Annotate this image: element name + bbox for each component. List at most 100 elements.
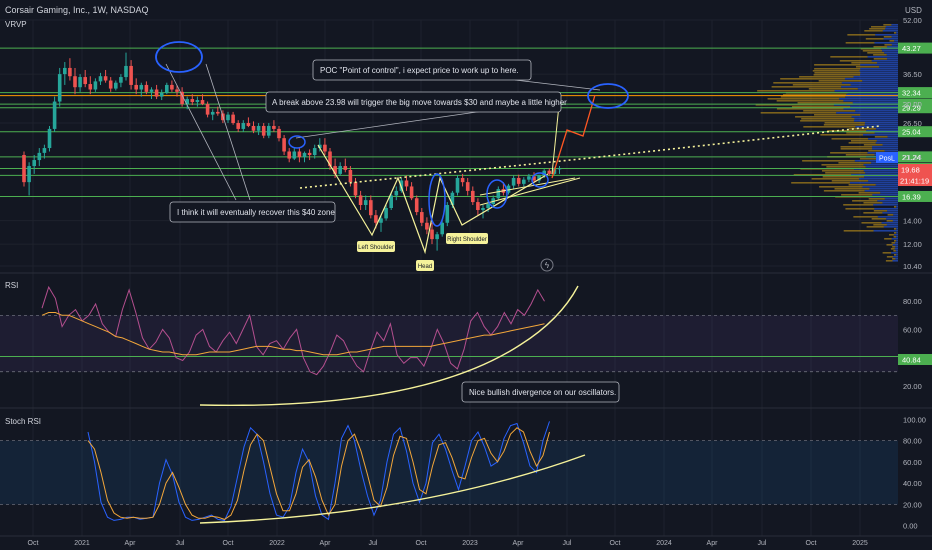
volume-profile-bar (865, 166, 898, 168)
candle-body (195, 100, 200, 103)
volume-profile-bar (892, 260, 898, 262)
volume-profile-bar (843, 108, 898, 110)
candle-body (445, 205, 450, 223)
divergence-annotation[interactable]: Nice bullish divergence on our oscillato… (461, 381, 620, 403)
volume-profile-bar (867, 52, 885, 54)
symbol-title[interactable]: Corsair Gaming, Inc., 1W, NASDAQ (5, 5, 149, 15)
price-tick-label: 14.00 (903, 217, 922, 226)
volume-profile-bar (870, 26, 886, 28)
candle-body (348, 169, 353, 183)
candle-body (57, 74, 62, 102)
volume-profile-bar (841, 82, 898, 84)
volume-profile-bar (865, 38, 884, 40)
volume-profile-bar (891, 242, 896, 244)
candle-body (114, 82, 118, 89)
volume-profile-bar (874, 132, 898, 134)
head-text: Head (418, 264, 432, 270)
candle-body (374, 215, 378, 223)
candle-body (124, 65, 128, 78)
volume-profile-bar (885, 26, 898, 28)
volume-profile-bar (814, 64, 861, 66)
candle-body (409, 186, 414, 199)
candle-body (37, 152, 42, 161)
head-label[interactable]: Head (416, 260, 434, 271)
time-tick-label: Oct (416, 540, 427, 547)
candle-body (103, 76, 108, 81)
volume-profile-bar (877, 216, 898, 218)
candle-body (68, 67, 72, 77)
candle-body (22, 154, 26, 183)
volume-profile-bar (883, 38, 898, 40)
volume-profile-bar (851, 62, 878, 64)
time-tick-label: Oct (806, 540, 817, 547)
volume-profile-bar (886, 220, 893, 222)
right-shoulder-label[interactable]: Right Shoulder (446, 233, 488, 244)
time-tick-label: Apr (320, 540, 332, 547)
candle-body (312, 148, 317, 155)
volume-profile-bar (891, 36, 898, 38)
left-shoulder-label[interactable]: Left Shoulder (357, 241, 395, 252)
volume-profile-bar (893, 234, 898, 236)
volume-profile-bar (875, 128, 898, 130)
volume-profile-bar (884, 52, 898, 54)
oscillator-tick-label: 60.00 (903, 325, 922, 334)
candle-body (282, 138, 286, 152)
volume-profile-bar (860, 68, 898, 70)
volume-profile-bar (852, 200, 878, 202)
candle-body (42, 148, 47, 153)
volume-profile-bar (792, 84, 851, 86)
volume-profile-bar (880, 192, 898, 194)
candle-body (389, 195, 393, 208)
volume-profile-bar (868, 198, 885, 200)
volume-profile-bar (831, 138, 869, 140)
volume-profile-bar (886, 224, 898, 226)
volume-profile-bar (893, 214, 898, 216)
volume-profile-bar (894, 248, 898, 250)
recover-annotation-text: I think it will eventually recover this … (177, 208, 335, 217)
candle-body (154, 89, 159, 97)
candle-body (440, 222, 444, 235)
volume-profile-bar (887, 136, 898, 138)
volume-profile-bar (886, 54, 898, 56)
candle-body (200, 100, 205, 105)
time-tick-label: Apr (125, 540, 137, 547)
breakout-annotation[interactable]: A break above 23.98 will trigger the big… (265, 91, 567, 113)
volume-profile-bar (891, 24, 898, 26)
candle-body (455, 177, 460, 193)
volume-profile-bar (892, 256, 898, 258)
candle-body (369, 200, 373, 216)
earnings-event-marker[interactable]: ϟ (540, 258, 554, 272)
rsi-title[interactable]: RSI (5, 281, 18, 290)
volume-profile-bar (845, 42, 875, 44)
volume-profile-bar (892, 258, 896, 260)
volume-profile-bar (892, 220, 898, 222)
stoch-rsi-title[interactable]: Stoch RSI (5, 417, 41, 426)
volume-profile-bar (876, 140, 898, 142)
left-shoulder-text: Left Shoulder (358, 245, 394, 251)
volume-profile-bar (860, 64, 898, 66)
volume-profile-bar (791, 182, 850, 184)
volume-profile-bar (860, 72, 898, 74)
candle-body (353, 182, 358, 196)
oscillator-tick-label: 80.00 (903, 437, 922, 446)
oscillator-tick-label: 40.00 (903, 479, 922, 488)
volume-profile-bar (871, 218, 887, 220)
poc-annotation[interactable]: POC "Point of control", i expect price t… (312, 59, 532, 81)
volume-profile-bar (894, 206, 897, 208)
volume-profile-bar (858, 192, 881, 194)
candle-body (516, 177, 521, 184)
candle-body (231, 114, 235, 124)
volume-profile-bar (851, 116, 898, 118)
candle-body (236, 123, 240, 129)
volume-profile-bar (844, 78, 898, 80)
volume-profile-bar (874, 42, 898, 44)
candle-body (108, 80, 113, 89)
volume-profile-bar (814, 68, 861, 70)
volume-profile-bar (894, 254, 897, 256)
recover-annotation[interactable]: I think it will eventually recover this … (169, 201, 335, 223)
volume-profile-bar (896, 206, 898, 208)
candle-body (527, 176, 531, 180)
candle-body (139, 84, 144, 90)
vrvp-indicator-label[interactable]: VRVP (5, 20, 27, 29)
price-tick-label: 36.50 (903, 70, 922, 79)
